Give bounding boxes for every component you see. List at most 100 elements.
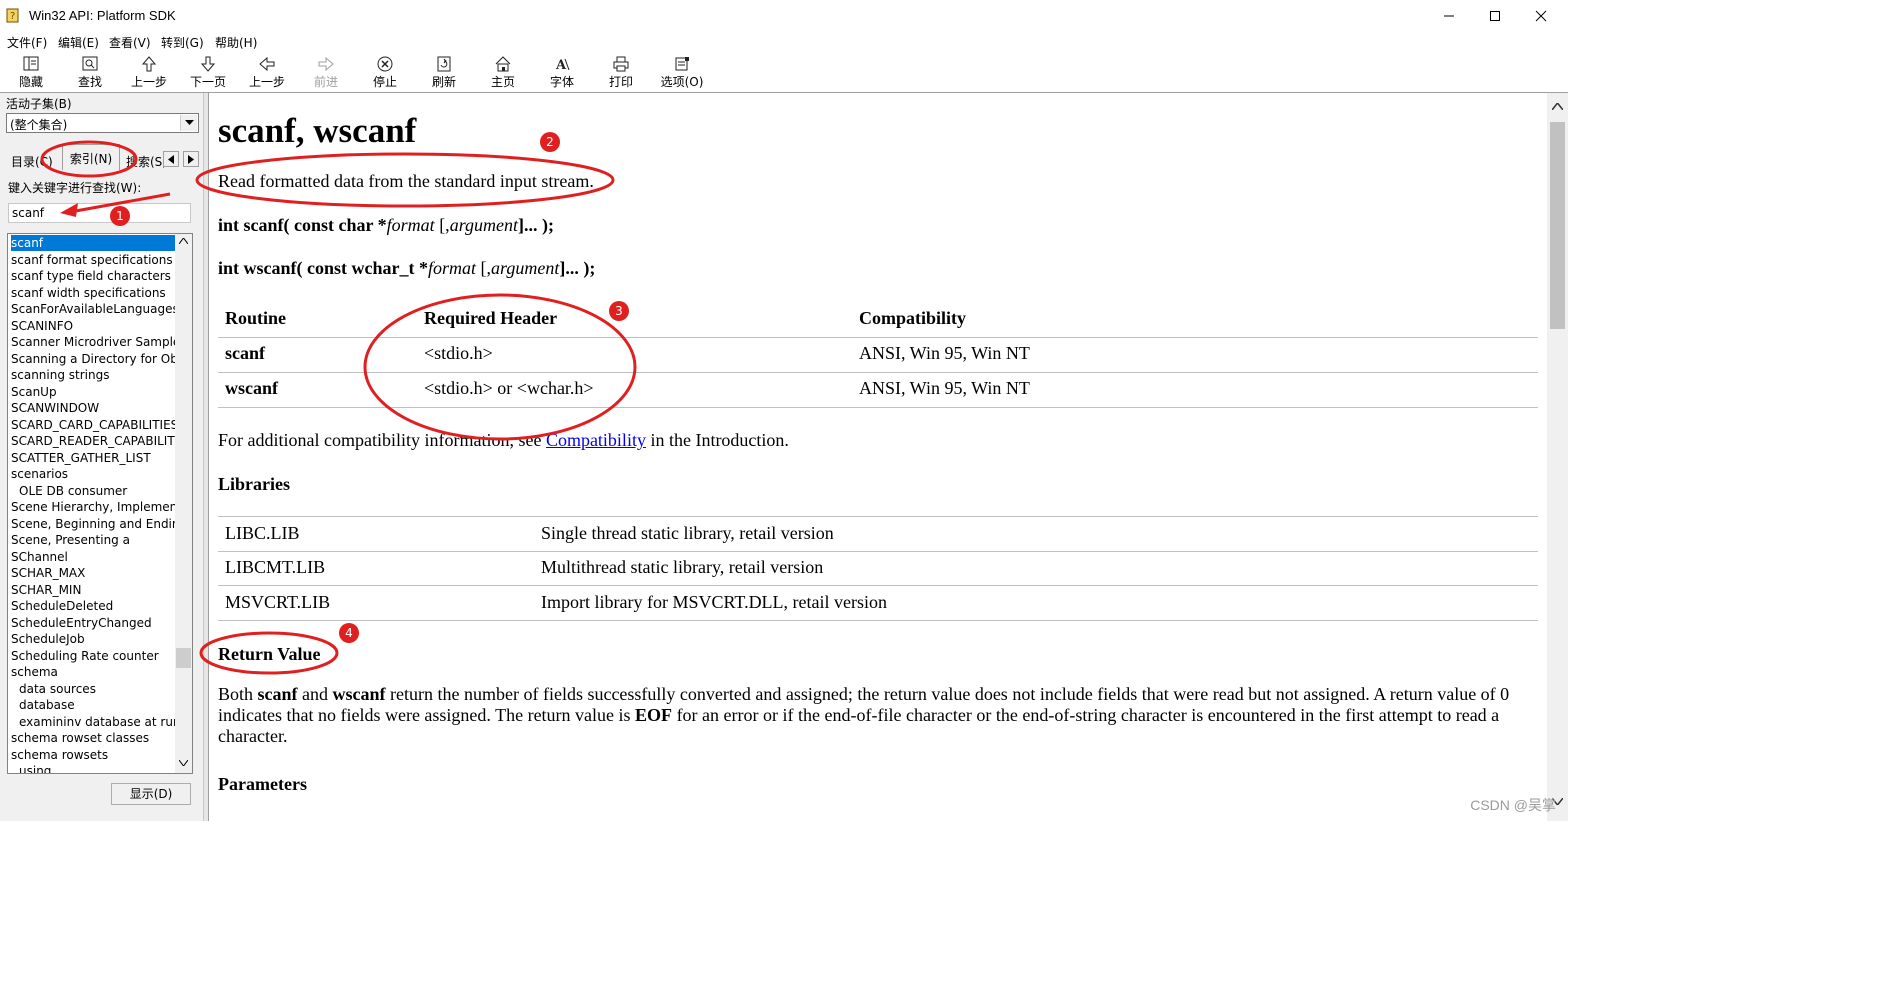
index-list[interactable]: scanf scanf format specifications scanf ty… (7, 233, 193, 774)
index-list-item[interactable]: ScanUp (11, 384, 176, 400)
menu-file[interactable]: 文件(F) (7, 34, 47, 51)
back-button[interactable]: 上一步 (238, 54, 296, 90)
up-arrow-icon (141, 56, 157, 72)
syntax-wscanf: int wscanf( const wchar_t *format [,argu… (218, 258, 595, 279)
index-list-item[interactable]: ScheduleEntryChanged (11, 615, 176, 631)
table-divider (218, 337, 1538, 339)
index-list-item[interactable]: data sources (19, 681, 176, 697)
index-list-item[interactable]: database (19, 697, 176, 713)
index-list-item[interactable]: SCATTER_GATHER_LIST (11, 450, 176, 466)
index-list-item[interactable]: schema rowset classes (11, 730, 176, 746)
index-list-item[interactable]: SCANWINDOW (11, 400, 176, 416)
compat-cell: ANSI, Win 95, Win NT (859, 378, 1030, 398)
chevron-down-icon[interactable] (180, 115, 197, 131)
close-button[interactable] (1518, 0, 1564, 32)
keyword-search-input[interactable] (8, 203, 191, 223)
index-list-item[interactable]: ScanForAvailableLanguages (11, 301, 176, 317)
index-list-item[interactable]: scanning strings (11, 367, 176, 383)
index-list-item[interactable]: Scanner Microdriver Sample (11, 334, 176, 350)
index-list-item[interactable]: SCANINFO (11, 318, 176, 334)
compatibility-link[interactable]: Compatibility (546, 430, 646, 450)
previous-topic-button[interactable]: 上一步 (120, 54, 178, 90)
display-button[interactable]: 显示(D) (111, 783, 191, 805)
keyword-label: 键入关键字进行查找(W): (8, 181, 142, 195)
index-list-item[interactable]: ScheduleJob (11, 631, 176, 647)
index-list-scrollbar[interactable] (175, 234, 192, 773)
page-title: scanf, wscanf (218, 111, 417, 150)
window-title: Win32 API: Platform SDK (29, 8, 176, 23)
content-scroll-thumb[interactable] (1550, 122, 1565, 329)
index-list-item[interactable]: scanf width specifications (11, 285, 176, 301)
down-arrow-icon (200, 56, 216, 72)
refresh-button[interactable]: 刷新 (415, 54, 473, 90)
menu-edit[interactable]: 编辑(E) (58, 34, 99, 51)
index-list-item[interactable]: Scene, Presenting a (11, 532, 176, 548)
pane-splitter[interactable] (203, 93, 209, 821)
options-button[interactable]: 选项(O) (651, 54, 713, 90)
index-list-item[interactable]: scanf (11, 235, 176, 251)
libraries-heading: Libraries (218, 474, 290, 494)
index-list-item[interactable]: SCARD_READER_CAPABILITIES (11, 433, 176, 449)
scroll-up-icon[interactable] (179, 238, 188, 244)
index-list-item[interactable]: SCARD_CARD_CAPABILITIES (11, 417, 176, 433)
print-button[interactable]: 打印 (592, 54, 650, 90)
index-list-item[interactable]: schema (11, 664, 176, 680)
scroll-up-icon[interactable] (1552, 103, 1563, 110)
menu-goto[interactable]: 转到(G) (161, 34, 204, 51)
forward-button[interactable]: 前进 (297, 54, 355, 90)
index-list-item[interactable]: Scanning a Directory for Ob (11, 351, 176, 367)
index-list-item[interactable]: examininv database at run (19, 714, 176, 730)
next-page-button[interactable]: 下一页 (179, 54, 237, 90)
index-list-item[interactable]: using (19, 763, 176, 773)
find-button[interactable]: 查找 (61, 54, 119, 90)
index-list-item[interactable]: SCHAR_MAX (11, 565, 176, 581)
index-list-item[interactable]: scenarios (11, 466, 176, 482)
tab-scroll-left-button[interactable] (163, 151, 179, 167)
refresh-icon (437, 56, 451, 72)
index-list-item[interactable]: scanf type field characters (11, 268, 176, 284)
index-list-item[interactable]: scanf format specifications (11, 252, 176, 268)
topic-content: scanf, wscanf Read formatted data from t… (210, 93, 1547, 821)
subset-dropdown[interactable]: (整个集合) (6, 113, 199, 133)
return-text: Both (218, 684, 258, 704)
table-divider (218, 407, 1538, 409)
syntax-scanf: int scanf( const char *format [,argument… (218, 215, 554, 236)
index-list-item[interactable]: Scene Hierarchy, Implemen (11, 499, 176, 515)
library-desc: Single thread static library, retail ver… (541, 523, 834, 543)
index-list-item[interactable]: SCHAR_MIN (11, 582, 176, 598)
minimize-button[interactable] (1426, 0, 1472, 32)
index-list-item[interactable]: Scene, Beginning and Endin (11, 516, 176, 532)
tab-contents[interactable]: 目录(C) (11, 153, 53, 175)
index-list-item[interactable]: OLE DB consumer (19, 483, 176, 499)
index-list-item[interactable]: ScheduleDeleted (11, 598, 176, 614)
home-button[interactable]: 主页 (474, 54, 532, 90)
font-icon: A (555, 58, 570, 72)
previous-topic-label: 上一步 (130, 75, 167, 89)
index-list-scroll-thumb[interactable] (176, 648, 191, 668)
table-header-compatibility: Compatibility (859, 308, 967, 328)
home-label: 主页 (490, 75, 515, 89)
index-list-item[interactable]: schema rowsets (11, 747, 176, 763)
routine-cell: wscanf (225, 378, 278, 398)
tab-scroll-right-button[interactable] (183, 151, 199, 167)
menu-view[interactable]: 查看(V) (109, 34, 151, 51)
tab-search[interactable]: 搜索(S) (126, 153, 164, 175)
maximize-button[interactable] (1472, 0, 1518, 32)
print-icon (613, 56, 629, 72)
menu-help[interactable]: 帮助(H) (215, 34, 257, 51)
library-desc: Import library for MSVCRT.DLL, retail ve… (541, 592, 888, 612)
topic-summary: Read formatted data from the standard in… (218, 171, 594, 191)
index-list-item[interactable]: SChannel (11, 549, 176, 565)
stop-button[interactable]: 停止 (356, 54, 414, 90)
font-button[interactable]: A 字体 (533, 54, 591, 90)
tab-index[interactable]: 索引(N) (62, 144, 120, 170)
scroll-down-icon[interactable] (179, 760, 188, 766)
parameters-heading: Parameters (218, 774, 307, 794)
watermark: CSDN @吴掌 (1470, 797, 1556, 813)
hide-button[interactable]: 隐藏 (2, 54, 60, 90)
index-list-item[interactable]: Scheduling Rate counter (11, 648, 176, 664)
home-icon (495, 56, 511, 72)
header-cell: <stdio.h> or <wchar.h> (424, 378, 594, 398)
header-cell: <stdio.h> (424, 343, 493, 363)
table-divider (218, 551, 1538, 553)
